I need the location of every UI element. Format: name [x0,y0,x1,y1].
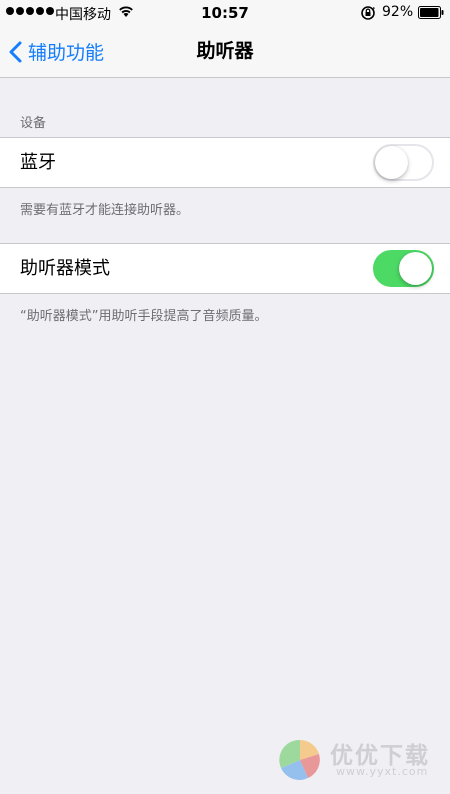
hearing-aid-mode-toggle[interactable] [373,250,434,287]
hearing-aid-mode-label: 助听器模式 [20,258,110,279]
bluetooth-toggle[interactable] [373,144,434,181]
hearing-aid-mode-row[interactable]: 助听器模式 [0,243,450,294]
watermark-url: www.yyxt.com [336,765,429,778]
hearing-aid-mode-footer: “助听器模式”用助听手段提高了音频质量。 [20,309,268,324]
toggle-knob [399,252,432,285]
bluetooth-row[interactable]: 蓝牙 [0,137,450,188]
watermark: 优优下载 www.yyxt.com [278,734,448,784]
watermark-logo-icon [279,739,320,780]
orientation-lock-icon [361,6,375,20]
bluetooth-label: 蓝牙 [20,152,56,173]
navigation-bar: 辅助功能 助听器 [0,26,450,78]
battery-icon [418,6,444,19]
status-bar: 中国移动 10:57 92% [0,0,450,26]
page-title: 助听器 [196,40,254,62]
section-header-devices: 设备 [20,116,47,131]
screen: 中国移动 10:57 92% 辅助功能 助听器 设备 蓝牙 需要有蓝牙才能连接助… [0,0,450,794]
bluetooth-footer: 需要有蓝牙才能连接助听器。 [20,203,190,218]
battery-percent: 92% [382,4,414,20]
toggle-knob [375,146,408,179]
